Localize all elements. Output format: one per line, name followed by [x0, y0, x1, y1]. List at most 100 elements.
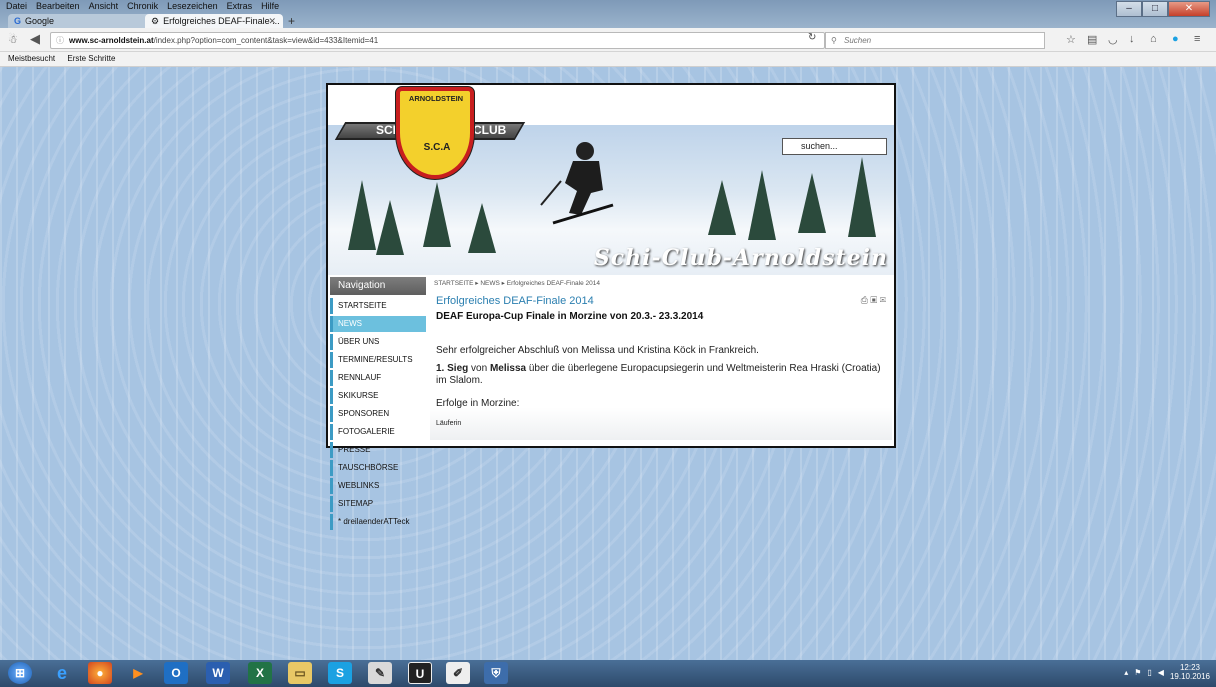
browser-titlebar: Datei Bearbeiten Ansicht Chronik Lesezei…	[0, 0, 1216, 28]
adobe-icon[interactable]: ✎	[368, 662, 392, 684]
volume-icon[interactable]: ◀	[1158, 668, 1164, 677]
side-navigation: Navigation STARTSEITE NEWS ÜBER UNS TERM…	[330, 277, 426, 532]
table-header-laeuferin: Läuferin	[436, 420, 462, 427]
nav-item-dreilaender[interactable]: * dreilaenderATTeck	[330, 514, 426, 530]
skype-taskbar-icon[interactable]: S	[328, 662, 352, 684]
search-placeholder: Suchen	[844, 36, 872, 45]
start-button[interactable]: ⊞	[8, 662, 32, 684]
header-banner: SCHI- CLUB ARNOLDSTEIN S.C.A ⚲ suchen...…	[328, 85, 894, 275]
pocket-icon[interactable]: ◡	[1108, 33, 1118, 46]
extension-icon[interactable]: ☃	[8, 33, 18, 46]
url-bar[interactable]: ⓘ www.sc-arnoldstein.at/index.php?option…	[50, 32, 825, 49]
flag-icon[interactable]: ⚑	[1134, 668, 1141, 677]
system-tray: ▴ ⚑ ▯ ◀ 12:23 19.10.2016	[1124, 663, 1210, 681]
print-icon[interactable]: ▣	[870, 295, 877, 305]
notepad-icon[interactable]: ✐	[446, 662, 470, 684]
breadcrumb: STARTSEITE ▸ NEWS ▸ Erfolgreiches DEAF-F…	[434, 280, 600, 287]
nav-item-fotogalerie[interactable]: FOTOGALERIE	[330, 424, 426, 440]
browser-search-input[interactable]: ⚲ Suchen	[825, 32, 1045, 49]
pdf-icon[interactable]: ⎙	[861, 295, 868, 305]
nav-item-sponsoren[interactable]: SPONSOREN	[330, 406, 426, 422]
article-paragraph: Erfolge in Morzine:	[436, 398, 520, 409]
menu-hilfe[interactable]: Hilfe	[261, 1, 279, 13]
menu-ansicht[interactable]: Ansicht	[89, 1, 119, 13]
security-shield-icon[interactable]: ⛨	[484, 662, 508, 684]
outlook-icon[interactable]: O	[164, 662, 188, 684]
result-text: von	[468, 363, 490, 374]
nav-item-news[interactable]: NEWS	[330, 316, 426, 332]
menu-chronik[interactable]: Chronik	[127, 1, 158, 13]
menu-extras[interactable]: Extras	[227, 1, 253, 13]
tab-google[interactable]: G Google ✕	[8, 14, 160, 28]
info-icon: ⓘ	[56, 36, 64, 45]
windows-taskbar: ⊞ e ● ▶ O W X ▭ S ✎ U ✐ ⛨ ▴ ⚑ ▯ ◀ 12:23 …	[0, 660, 1216, 687]
navigation-toolbar: ☃ ◀ ⓘ www.sc-arnoldstein.at/index.php?op…	[0, 28, 1216, 52]
email-icon[interactable]: ✉	[880, 295, 886, 305]
logo-text-right: CLUB	[473, 123, 507, 137]
firefox-icon[interactable]: ●	[88, 662, 112, 684]
ultraedit-icon[interactable]: U	[408, 662, 432, 684]
skier-figure	[540, 142, 614, 225]
window-controls: – □ ✕	[1116, 1, 1210, 17]
nav-item-weblinks[interactable]: WEBLINKS	[330, 478, 426, 494]
url-path: /index.php?option=com_content&task=view&…	[153, 36, 379, 45]
file-explorer-icon[interactable]: ▭	[288, 662, 312, 684]
article-tools: ⎙ ▣ ✉	[861, 295, 886, 306]
article-content: STARTSEITE ▸ NEWS ▸ Erfolgreiches DEAF-F…	[430, 277, 892, 440]
site-favicon-icon: ⚙	[151, 15, 160, 26]
bookmark-star-icon[interactable]: ☆	[1066, 33, 1076, 46]
download-icon[interactable]: ↓	[1129, 33, 1135, 45]
menu-bearbeiten[interactable]: Bearbeiten	[36, 1, 80, 13]
result-lead: 1. Sieg	[436, 363, 469, 374]
banner-script-title: Schi-Club-Arnoldstein	[593, 245, 888, 271]
nav-item-rennlauf[interactable]: RENNLAUF	[330, 370, 426, 386]
tab-label: Erfolgreiches DEAF-Finale ...	[163, 16, 280, 26]
minimize-button[interactable]: –	[1116, 1, 1142, 17]
nav-item-skikurse[interactable]: SKIKURSE	[330, 388, 426, 404]
bookmark-meistbesucht[interactable]: Meistbesucht	[8, 54, 55, 63]
home-icon[interactable]: ⌂	[1150, 33, 1157, 45]
athlete-name: Melissa	[489, 363, 527, 374]
nav-item-sitemap[interactable]: SITEMAP	[330, 496, 426, 512]
tray-expand-icon[interactable]: ▴	[1124, 668, 1128, 677]
menu-lesezeichen[interactable]: Lesezeichen	[167, 1, 218, 13]
menu-datei[interactable]: Datei	[6, 1, 27, 13]
google-icon: G	[14, 16, 22, 26]
close-window-button[interactable]: ✕	[1168, 1, 1210, 17]
bookmark-erste-schritte[interactable]: Erste Schritte	[67, 54, 115, 63]
crest-town-name: ARNOLDSTEIN	[408, 94, 464, 103]
new-tab-button[interactable]: +	[288, 14, 295, 28]
nav-heading: Navigation	[330, 277, 426, 295]
back-button[interactable]: ◀	[30, 31, 40, 47]
excel-icon[interactable]: X	[248, 662, 272, 684]
menu-bar: Datei Bearbeiten Ansicht Chronik Lesezei…	[6, 1, 279, 13]
article-paragraph: Sehr erfolgreicher Abschluß von Melissa …	[436, 345, 759, 356]
nav-item-termine-results[interactable]: TERMINE/RESULTS	[330, 352, 426, 368]
word-icon[interactable]: W	[206, 662, 230, 684]
crest-initials: S.C.A	[423, 142, 451, 153]
page-viewport: SCHI- CLUB ARNOLDSTEIN S.C.A ⚲ suchen...…	[0, 67, 1216, 660]
clock[interactable]: 12:23 19.10.2016	[1170, 663, 1210, 681]
article-paragraph-result: 1. Sieg von Melissa über die überlegene …	[436, 363, 892, 387]
article-title[interactable]: Erfolgreiches DEAF-Finale 2014	[436, 295, 594, 307]
tab-active[interactable]: ⚙ Erfolgreiches DEAF-Finale ... ✕	[145, 14, 283, 28]
bookmarks-menu-icon[interactable]: ▤	[1087, 33, 1097, 46]
nav-item-ueber-uns[interactable]: ÜBER UNS	[330, 334, 426, 350]
skype-icon[interactable]: ●	[1172, 33, 1179, 45]
reload-icon[interactable]: ↻	[808, 32, 816, 43]
hamburger-menu-icon[interactable]: ≡	[1194, 33, 1200, 45]
maximize-button[interactable]: □	[1142, 1, 1168, 17]
network-icon[interactable]: ▯	[1147, 668, 1151, 677]
article-subtitle: DEAF Europa-Cup Finale in Morzine von 20…	[436, 311, 704, 322]
site-search-input[interactable]: suchen...	[782, 138, 887, 155]
close-icon[interactable]: ✕	[268, 16, 276, 27]
url-host: www.sc-arnoldstein.at	[69, 36, 154, 45]
clock-time: 12:23	[1179, 663, 1200, 672]
bookmarks-toolbar: Meistbesucht Erste Schritte	[0, 52, 1216, 67]
nav-item-presse[interactable]: PRESSE	[330, 442, 426, 458]
nav-item-tauschboerse[interactable]: TAUSCHBÖRSE	[330, 460, 426, 476]
clock-date: 19.10.2016	[1169, 672, 1210, 681]
ie-icon[interactable]: e	[50, 662, 74, 684]
nav-item-startseite[interactable]: STARTSEITE	[330, 298, 426, 314]
media-player-icon[interactable]: ▶	[126, 662, 150, 684]
